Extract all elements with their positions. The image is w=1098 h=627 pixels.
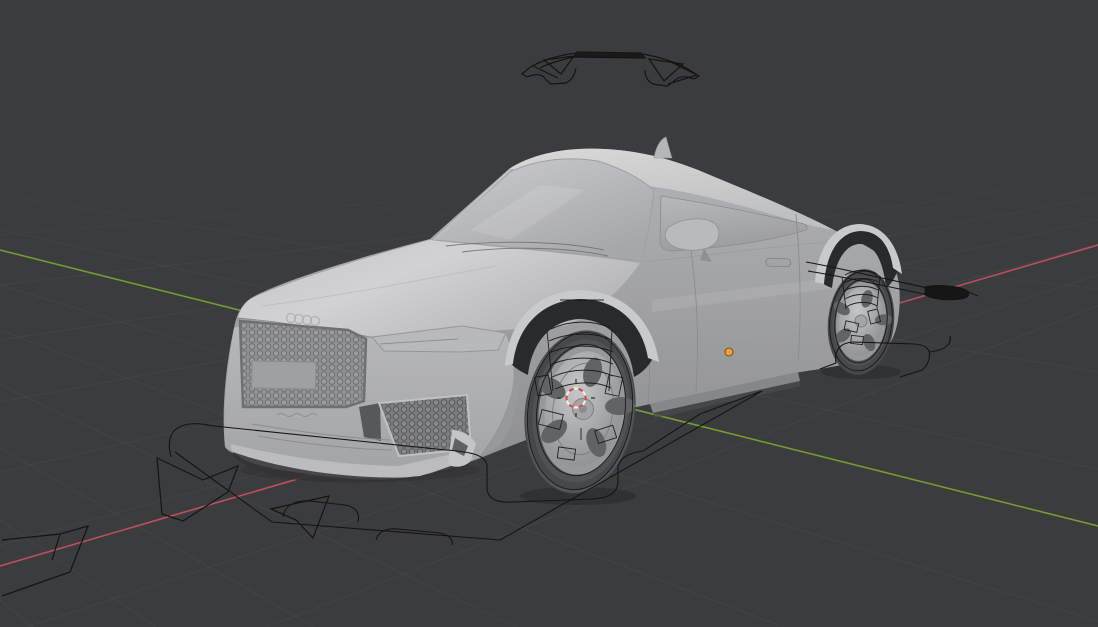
license-plate <box>251 360 317 390</box>
viewport-stage <box>0 0 1098 627</box>
rear-hub <box>854 314 868 328</box>
blender-3d-viewport[interactable] <box>0 0 1098 627</box>
door-handle <box>765 257 792 268</box>
